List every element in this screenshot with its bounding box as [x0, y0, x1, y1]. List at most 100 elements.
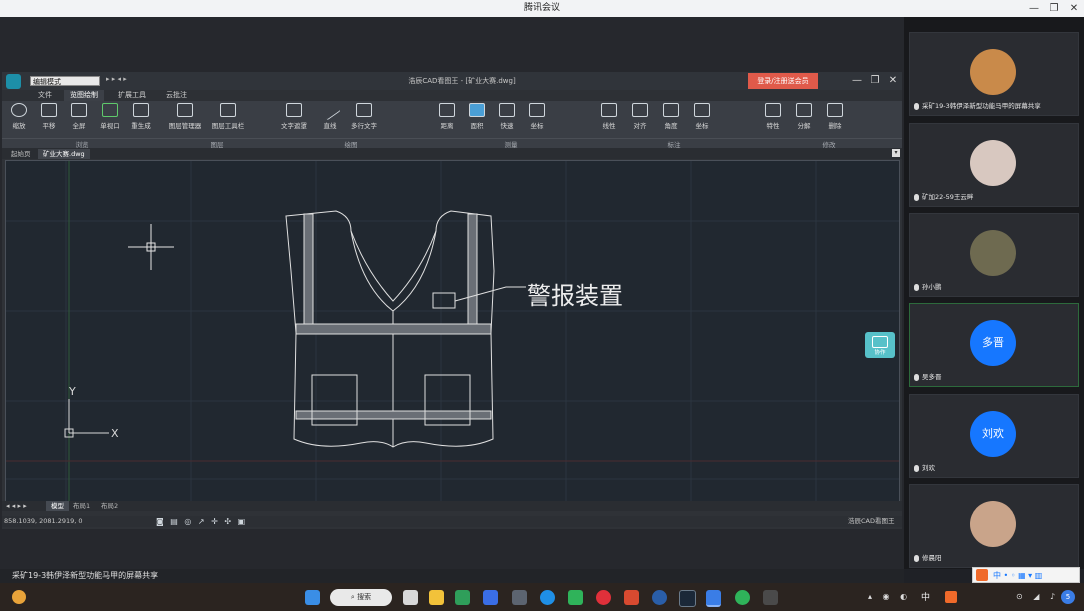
- pan-button[interactable]: 平移: [34, 103, 64, 137]
- properties-button[interactable]: 特性: [758, 103, 788, 137]
- music-icon[interactable]: [596, 590, 611, 605]
- participant-card[interactable]: 孙小鹏: [909, 213, 1079, 297]
- browser-icon[interactable]: [455, 590, 470, 605]
- tab-layout2[interactable]: 布局2: [96, 501, 123, 511]
- edge-icon[interactable]: [540, 590, 555, 605]
- mic-icon: [914, 464, 919, 472]
- distance-icon: [439, 103, 455, 117]
- wechat-icon[interactable]: [735, 590, 750, 605]
- crosshair-cursor: [128, 224, 174, 270]
- file-explorer-icon[interactable]: [429, 590, 444, 605]
- meeting-title: 腾讯会议: [523, 3, 560, 13]
- app-icon[interactable]: [652, 590, 667, 605]
- login-button[interactable]: 登录/注册送会员: [748, 73, 818, 89]
- zoom-button[interactable]: 缩放: [4, 103, 34, 137]
- minimize-icon[interactable]: —: [1024, 0, 1044, 17]
- cad-logo-icon: [6, 74, 21, 89]
- tab-start-page[interactable]: 起始页: [6, 149, 36, 159]
- participant-card[interactable]: 采矿19-3韩伊泽新型功能马甲的屏幕共享: [909, 32, 1079, 116]
- task-view-icon[interactable]: [403, 590, 418, 605]
- participant-card[interactable]: 多晋 吴多晋: [909, 303, 1079, 387]
- explode-button[interactable]: 分解: [789, 103, 819, 137]
- start-icon[interactable]: [305, 590, 320, 605]
- avatar: [970, 501, 1016, 547]
- text-mask-button[interactable]: 文字遮罩: [277, 103, 311, 137]
- tab-model[interactable]: 模型: [46, 501, 69, 511]
- fullscreen-button[interactable]: 全屏: [64, 103, 94, 137]
- tab-file[interactable]: 文件: [32, 90, 58, 101]
- sogou-icon: [976, 569, 988, 581]
- group-dimension: 标注: [592, 138, 756, 149]
- linear-dim-button[interactable]: 线性: [594, 103, 624, 137]
- store-icon[interactable]: [483, 590, 498, 605]
- area-icon: [469, 103, 485, 117]
- coordinate-icon: [529, 103, 545, 117]
- close-icon[interactable]: ✕: [1064, 0, 1084, 17]
- app-icon[interactable]: [624, 590, 639, 605]
- coordinate-dim-button[interactable]: 坐标: [687, 103, 717, 137]
- aligned-dim-button[interactable]: 对齐: [625, 103, 655, 137]
- app-icon[interactable]: [512, 590, 527, 605]
- cad-restore-icon[interactable]: ❐: [868, 74, 882, 88]
- layer-toolbar-button[interactable]: 图层工具栏: [208, 103, 248, 137]
- line-button[interactable]: 直线: [315, 99, 345, 137]
- coordinate-dim-icon: [694, 103, 710, 117]
- steam-icon[interactable]: [679, 590, 696, 607]
- coordinate-measure-button[interactable]: 坐标: [522, 103, 552, 137]
- layer-manager-button[interactable]: 图层管理器: [166, 103, 204, 137]
- app-icon[interactable]: [568, 590, 583, 605]
- quick-measure-button[interactable]: 快速: [492, 103, 522, 137]
- participant-name: 孙小鹏: [922, 283, 942, 291]
- distance-button[interactable]: 距离: [432, 103, 462, 137]
- layout-nav-icons[interactable]: ◂ ◂ ▸ ▸: [6, 501, 27, 511]
- cad-status-bar: 858.1039, 2081.2919, 0 ◙ ▤ ◎ ↗ ✛ ✣ ▣ 浩辰C…: [2, 516, 902, 527]
- sogou-tray-icon[interactable]: [945, 591, 957, 603]
- line-icon: [319, 99, 341, 121]
- layout-tabs: ◂ ◂ ▸ ▸ 模型 布局1 布局2: [2, 501, 902, 511]
- area-button[interactable]: 面积: [462, 103, 492, 137]
- drawing-canvas[interactable]: Y X 警报装置: [5, 160, 900, 502]
- group-layer: 图层: [162, 138, 272, 149]
- participant-card[interactable]: 刘欢 刘欢: [909, 394, 1079, 478]
- tencent-meeting-icon[interactable]: [706, 590, 721, 607]
- tray-ime-indicator[interactable]: 中: [921, 590, 930, 603]
- tab-extend-tools[interactable]: 扩展工具: [112, 90, 152, 101]
- participant-name: 刘欢: [922, 464, 935, 472]
- layers-icon: [177, 103, 193, 117]
- tab-layout1[interactable]: 布局1: [68, 501, 95, 511]
- magnifier-icon: [11, 103, 27, 117]
- quick-access-icons[interactable]: ▸ ▸ ◂ ▸: [106, 75, 127, 83]
- hand-icon: [41, 103, 57, 117]
- ime-toolbar[interactable]: 中 • ◦ ▦ ▾ ▥: [972, 567, 1080, 583]
- cad-close-icon[interactable]: ✕: [886, 74, 900, 88]
- tab-dropdown-icon[interactable]: ▾: [892, 149, 900, 157]
- participant-card[interactable]: 矿加22-59王云畔: [909, 123, 1079, 207]
- participant-name: 修晨阳: [922, 554, 942, 562]
- app-icon[interactable]: [763, 590, 778, 605]
- cad-minimize-icon[interactable]: —: [850, 74, 864, 88]
- group-draw: 绘图: [272, 138, 430, 149]
- participant-card[interactable]: 修晨阳: [909, 484, 1079, 568]
- menu-tabs: 文件 览图绘制 扩展工具 云批注: [2, 90, 902, 101]
- weather-icon[interactable]: [12, 590, 26, 604]
- mtext-button[interactable]: 多行文字: [346, 103, 382, 137]
- cad-title: 浩辰CAD看图王 - [矿业大赛.dwg]: [408, 77, 516, 85]
- share-caption: 采矿19-3韩伊泽新型功能马甲的屏幕共享: [12, 571, 159, 580]
- taskbar-search[interactable]: ⌕ 搜索: [330, 589, 392, 606]
- tab-view-draw[interactable]: 览图绘制: [64, 90, 104, 101]
- notification-badge[interactable]: 5: [1061, 590, 1075, 604]
- collab-widget-button[interactable]: 协作: [865, 332, 895, 358]
- single-viewport-button[interactable]: 单视口: [95, 103, 125, 137]
- tray-icons[interactable]: ▴ ◉ ◐: [868, 592, 911, 601]
- tab-cloud-annotate[interactable]: 云批注: [160, 90, 193, 101]
- mode-select[interactable]: 编辑模式: [30, 76, 100, 86]
- angle-dim-button[interactable]: 角度: [656, 103, 686, 137]
- tab-drawing-file[interactable]: 矿业大赛.dwg: [38, 149, 90, 159]
- document-tabs: 起始页 矿业大赛.dwg ▾: [2, 148, 902, 159]
- delete-button[interactable]: 删除: [820, 103, 850, 137]
- restore-icon[interactable]: ❐: [1044, 0, 1064, 17]
- status-tool-icons[interactable]: ◙ ▤ ◎ ↗ ✛ ✣ ▣: [156, 517, 247, 526]
- group-measure: 测量: [430, 138, 592, 149]
- axis-y-label: Y: [68, 385, 76, 398]
- regenerate-button[interactable]: 重生成: [126, 103, 156, 137]
